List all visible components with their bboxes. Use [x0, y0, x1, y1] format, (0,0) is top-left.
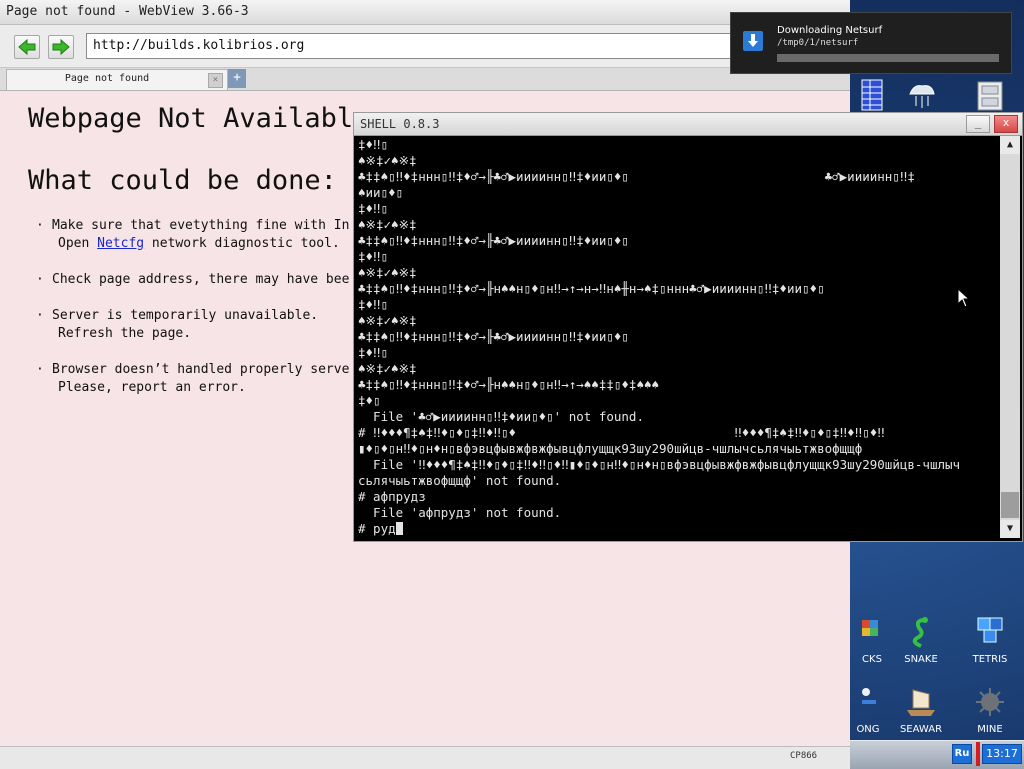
language-indicator[interactable]: Ru	[952, 744, 972, 764]
terminal-output[interactable]: ‡♦‼▯ ♠※‡✓♠※‡ ♣‡‡♠▯‼♦‡ннн▯‼‡♦♂→╟♣♂▶иииинн▯‼…	[358, 137, 996, 537]
scroll-down-icon[interactable]: ▼	[1000, 520, 1020, 538]
notification-path: /tmp0/1/netsurf	[777, 38, 859, 48]
terminal-line: ♣‡‡♠▯‼♦‡ннн▯‼‡♦♂→╟♣♂▶иииинн▯‼‡♦ии▯♦▯	[358, 329, 629, 344]
terminal-line: ♣‡‡♠▯‼♦‡ннн▯‼‡♦♂→╟♣♂▶иииинн▯‼‡♦ии▯♦▯ ♣♂▶…	[358, 169, 915, 184]
tetris-icon	[977, 617, 1003, 643]
terminal-line: ♣‡‡♠▯‼♦‡ннн▯‼‡♦♂→╟♣♂▶иииинн▯‼‡♦ии▯♦▯	[358, 233, 629, 248]
terminal-line: ‡♦‼▯	[358, 249, 389, 264]
tab-label: Page not found	[64, 73, 150, 84]
terminal-line: # руд	[358, 521, 996, 537]
terminal-line: ‡♦‼▯	[358, 201, 389, 216]
tab-close-button[interactable]: ×	[208, 73, 223, 88]
seawar-icon	[907, 689, 935, 716]
terminal-line: ♣‡‡♠▯‼♦‡ннн▯‼‡♦♂→╟н♠♠н▯♦▯н‼→↑→♠♠‡‡▯♦‡♠♠♠	[358, 377, 660, 392]
terminal-line: ♠※‡✓♠※‡	[358, 153, 417, 168]
download-notification[interactable]: Downloading Netsurf /tmp0/1/netsurf	[730, 12, 1012, 74]
back-button[interactable]	[14, 35, 40, 59]
url-input[interactable]	[87, 34, 739, 57]
terminal-line: ♠※‡✓♠※‡	[358, 217, 417, 232]
bullet: ·	[36, 362, 44, 377]
taskbar-divider	[976, 742, 980, 766]
mine-icon	[976, 688, 1004, 716]
terminal-line: сьлячыьтжвофщщф' not found.	[358, 473, 562, 488]
terminal-line: File '♣♂▶иииинн▯‼‡♦ии▯♦▯' not found.	[358, 409, 644, 424]
terminal-line: ‡♦▯	[358, 393, 381, 408]
new-tab-button[interactable]: +	[228, 69, 246, 88]
netcfg-link[interactable]: Netcfg	[97, 236, 144, 251]
browser-toolbar	[0, 25, 850, 68]
notification-title: Downloading Netsurf	[777, 25, 883, 36]
terminal-line: ♠ии▯♦▯	[358, 185, 404, 200]
terminal-line: ♣‡‡♠▯‼♦‡ннн▯‼‡♦♂→╟н♠♠н▯♦▯н‼→↑→н→‼н♠╫н→♠‡…	[358, 281, 825, 296]
terminal-line: File '‼♦♦♦¶‡♠‡‼♦▯♦▯‡‼♦‼▯♦‼▮♦▯♦▯н‼♦▯н♦н▯в…	[358, 457, 961, 472]
arrow-right-icon	[52, 38, 70, 56]
url-field[interactable]	[86, 33, 748, 59]
download-arrow-icon	[743, 31, 763, 51]
bullet: ·	[36, 308, 44, 323]
list-item: · Browser doesn’t handled properly serve …	[36, 362, 350, 395]
shell-window-title: SHELL 0.8.3	[360, 117, 440, 131]
scrollbar-thumb[interactable]	[1001, 492, 1019, 518]
shell-titlebar[interactable]: SHELL 0.8.3 _ x	[354, 113, 1022, 136]
browser-titlebar[interactable]: Page not found - WebView 3.66-3	[0, 0, 850, 25]
bullet: ·	[36, 272, 44, 287]
close-button[interactable]: x	[994, 115, 1018, 133]
tab-page-not-found[interactable]: Page not found ×	[6, 69, 228, 90]
encoding-label[interactable]: CP866	[790, 751, 817, 761]
status-bar: CP866	[0, 746, 850, 769]
desktop-icon-tetris[interactable]: TETRIS	[960, 614, 1020, 665]
cloud-network-icon	[909, 85, 935, 108]
list-item: · Server is temporarily unavailable. Refr…	[36, 308, 319, 341]
forward-button[interactable]	[48, 35, 74, 59]
text-cursor	[395, 522, 403, 535]
terminal-scrollbar[interactable]: ▲ ▼	[1000, 136, 1020, 538]
table-icon	[861, 79, 883, 111]
terminal-line: File 'афпрудз' not found.	[358, 505, 562, 520]
desktop-icon-snake[interactable]: SNAKE	[891, 614, 951, 665]
bullet: ·	[36, 218, 44, 233]
terminal-line: ♠※‡✓♠※‡	[358, 265, 417, 280]
list-item: · Check page address, there may have bee	[36, 272, 350, 287]
terminal-line: # афпрудз	[358, 489, 426, 504]
browser-window-title: Page not found - WebView 3.66-3	[6, 4, 249, 19]
terminal-line: ‡♦‼▯	[358, 137, 389, 152]
snake-icon	[912, 617, 928, 648]
arrow-left-icon	[18, 38, 36, 56]
desktop-icon-mine[interactable]: MINE	[960, 684, 1020, 735]
list-item: · Make sure that evetything fine with In …	[36, 218, 350, 251]
terminal-line: ‡♦‼▯	[358, 297, 389, 312]
terminal-line: ▮♦▯♦▯н‼♦▯н♦н▯вфэвцфывжфвжфывцфлущщк93шу2…	[358, 441, 863, 456]
scroll-up-icon[interactable]: ▲	[1000, 136, 1020, 154]
shell-window: SHELL 0.8.3 _ x ‡♦‼▯ ♠※‡✓♠※‡ ♣‡‡♠▯‼♦‡ннн▯‼…	[353, 112, 1023, 542]
cabinet-icon	[977, 81, 1003, 111]
desktop-icon-seawar[interactable]: SEAWAR	[891, 684, 951, 735]
clock[interactable]: 13:17	[982, 744, 1022, 764]
download-progress-bar	[777, 54, 999, 62]
terminal-line: ♠※‡✓♠※‡	[358, 313, 417, 328]
page-subheading: What could be done:	[28, 165, 337, 196]
terminal-line: ♠※‡✓♠※‡	[358, 361, 417, 376]
terminal-line: # ‼♦♦♦¶‡♠‡‼♦▯♦▯‡‼♦‼▯♦ ‼♦♦♦¶‡♠‡‼♦▯♦▯‡‼♦‼▯…	[358, 425, 885, 440]
page-heading: Webpage Not Available	[28, 103, 370, 134]
mouse-cursor-icon	[957, 288, 971, 308]
minimize-button[interactable]: _	[966, 115, 990, 133]
terminal-line: ‡♦‼▯	[358, 345, 389, 360]
tab-bar: Page not found × +	[0, 68, 850, 91]
